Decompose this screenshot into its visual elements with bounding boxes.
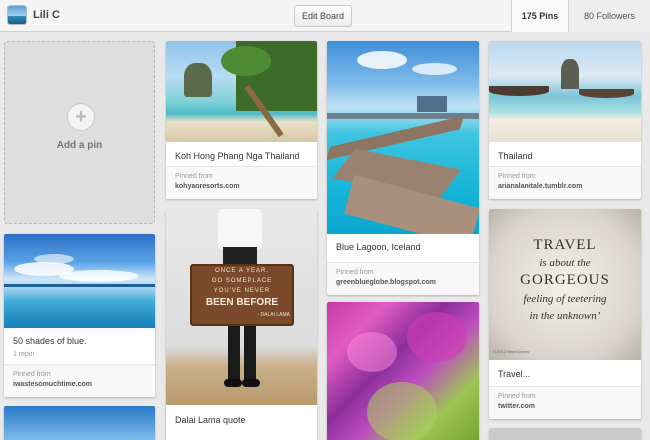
pinned-from-label: Pinned from — [336, 269, 374, 276]
quote-text-line: TRAVEL — [533, 237, 597, 253]
pin-title[interactable]: Travel... — [498, 369, 530, 379]
board-header: Lili C Edit Board 175 Pins 80 Followers — [0, 0, 650, 32]
image-copyright: © 2013 Nina Dobrev — [493, 349, 530, 354]
pin-card-partial[interactable] — [489, 428, 641, 440]
sign-text-line: BEEN BEFORE — [205, 297, 279, 308]
pinned-from-label: Pinned from — [175, 173, 213, 180]
pin-card-partial[interactable] — [4, 406, 155, 440]
quote-text-line: is about the — [539, 257, 591, 269]
avatar[interactable] — [7, 5, 27, 25]
sign-text-line: GO SOMEPLACE — [211, 278, 273, 284]
pin-image[interactable] — [489, 428, 641, 440]
pin-image[interactable]: ONCE A YEAR, GO SOMEPLACE YOU'VE NEVER B… — [166, 209, 317, 405]
pin-title[interactable]: Thailand — [498, 151, 533, 161]
add-pin-label: Add a pin — [56, 140, 103, 151]
plus-icon: + — [67, 103, 95, 131]
divider — [166, 166, 317, 167]
pin-card-shades-of-blue[interactable]: 50 shades of blue. 1 repin Pinned from i… — [4, 234, 155, 397]
pin-source-link[interactable]: kohyaoresorts.com — [175, 183, 240, 190]
pin-card-dalai-lama[interactable]: ONCE A YEAR, GO SOMEPLACE YOU'VE NEVER B… — [166, 209, 317, 440]
pin-card-koh-hong[interactable]: Koh Hong Phang Nga Thailand Pinned from … — [166, 41, 317, 199]
pin-source-link[interactable]: arianalanitale.tumblr.com — [498, 183, 582, 190]
pinned-from-label: Pinned from — [13, 371, 51, 378]
pins-count-tab[interactable]: 175 Pins — [511, 0, 568, 32]
pinned-from-label: Pinned from — [498, 393, 536, 400]
pin-footer: Pinned from greenblueglobe.blogspot.com — [327, 262, 479, 295]
divider — [489, 386, 641, 387]
pin-image[interactable] — [489, 41, 641, 142]
pin-source-link[interactable]: twitter.com — [498, 403, 535, 410]
pin-footer: Pinned from twitter.com — [489, 386, 641, 419]
sign-text-line: ONCE A YEAR, — [215, 268, 269, 274]
sign-text-line: YOU'VE NEVER — [213, 288, 271, 294]
pin-footer: Pinned from arianalanitale.tumblr.com — [489, 166, 641, 199]
quote-text-line: GORGEOUS — [520, 272, 610, 288]
quote-text-line: in the unknown’ — [529, 310, 601, 322]
repin-count: 1 repin — [13, 351, 35, 358]
pin-image[interactable] — [4, 234, 155, 328]
sign-author: - DALAI LAMA — [257, 312, 290, 318]
quote-text-line: feeling of teetering — [523, 293, 607, 305]
add-pin-card[interactable]: + Add a pin — [4, 41, 155, 224]
pin-title[interactable]: 50 shades of blue. — [13, 336, 87, 346]
pin-image[interactable] — [327, 41, 479, 234]
pin-card-blue-lagoon[interactable]: Blue Lagoon, Iceland Pinned from greenbl… — [327, 41, 479, 295]
pinned-from-label: Pinned from — [498, 173, 536, 180]
pin-card-flowers[interactable] — [327, 302, 479, 440]
pin-title[interactable]: Dalai Lama quote — [175, 415, 246, 425]
pin-title[interactable]: Koh Hong Phang Nga Thailand — [175, 151, 299, 161]
pin-image[interactable]: TRAVEL is about the GORGEOUS feeling of … — [489, 209, 641, 360]
pin-footer: Pinned from kohyaoresorts.com — [166, 166, 317, 199]
pin-card-thailand[interactable]: Thailand Pinned from arianalanitale.tumb… — [489, 41, 641, 199]
pin-image[interactable] — [166, 41, 317, 142]
pin-source-link[interactable]: greenblueglobe.blogspot.com — [336, 279, 436, 286]
pin-image[interactable] — [4, 406, 155, 440]
pin-title[interactable]: Blue Lagoon, Iceland — [336, 242, 421, 252]
pin-card-travel[interactable]: TRAVEL is about the GORGEOUS feeling of … — [489, 209, 641, 419]
pin-source-link[interactable]: iwastesomuchtime.com — [13, 381, 92, 388]
divider — [327, 262, 479, 263]
pin-footer: Pinned from iwastesomuchtime.com — [4, 364, 155, 397]
board-owner-name[interactable]: Lili C — [33, 9, 60, 21]
pin-image[interactable] — [327, 302, 479, 440]
edit-board-button[interactable]: Edit Board — [294, 5, 352, 27]
divider — [489, 166, 641, 167]
followers-count-tab[interactable]: 80 Followers — [568, 0, 650, 32]
divider — [4, 364, 155, 365]
